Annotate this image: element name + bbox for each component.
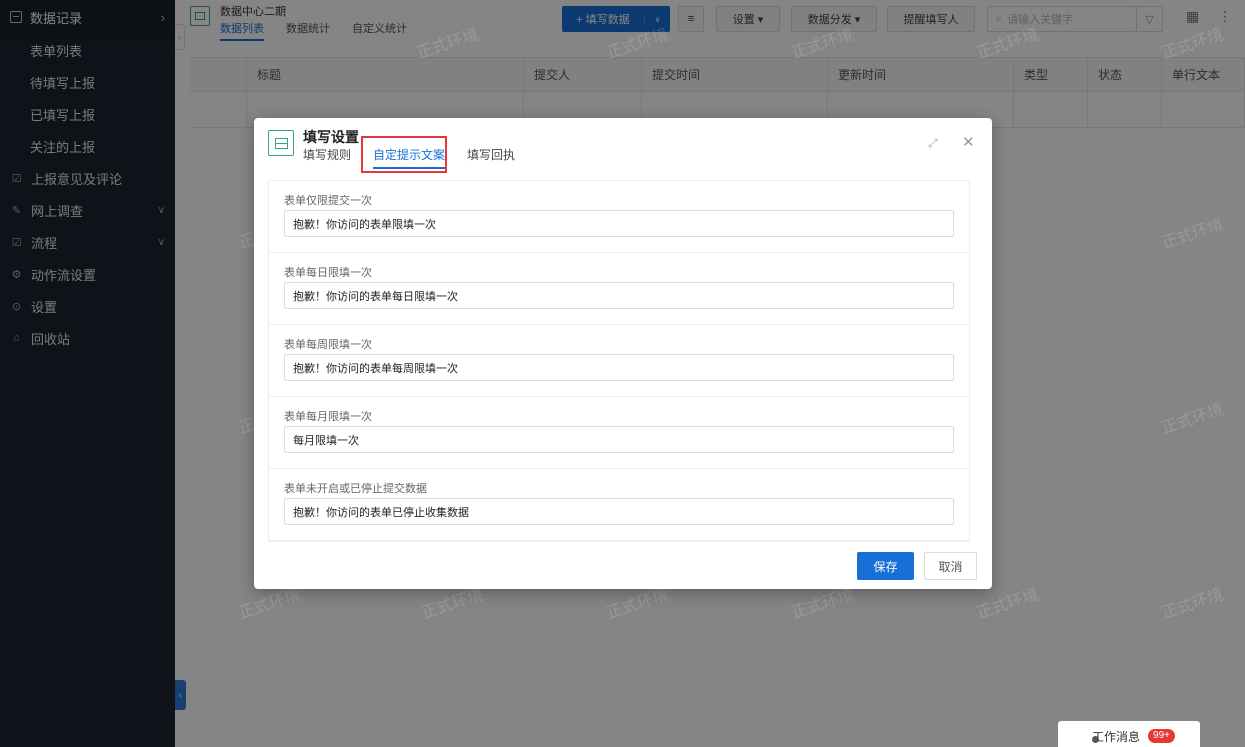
watermark: 正式环境 <box>974 26 1041 63</box>
prompt-text-panel: 表单仅限提交一次 抱歉！你访问的表单限填一次 表单每日限填一次 抱歉！你访问的表… <box>268 180 970 542</box>
prompt-text-input[interactable]: 抱歉！你访问的表单已停止收集数据 <box>284 498 954 525</box>
prompt-section-monthly: 表单每月限填一次 每月限填一次 <box>269 397 969 469</box>
close-icon[interactable]: ✕ <box>962 133 975 151</box>
prompt-section-weekly: 表单每周限填一次 抱歉！你访问的表单每周限填一次 <box>269 325 969 397</box>
work-messages-label: 工作消息 <box>1092 729 1141 744</box>
prompt-text-input[interactable]: 抱歉！你访问的表单每周限填一次 <box>284 354 954 381</box>
form-table-icon <box>268 130 294 156</box>
watermark: 正式环境 <box>1159 586 1226 623</box>
tab-fill-rules[interactable]: 填写规则 <box>303 146 351 169</box>
expand-icon[interactable]: ⤢ <box>928 136 938 151</box>
section-label: 表单每月限填一次 <box>284 411 372 423</box>
watermark: 正式环境 <box>414 26 481 63</box>
section-label: 表单每周限填一次 <box>284 339 372 351</box>
save-button[interactable]: 保存 <box>857 552 914 580</box>
watermark: 正式环境 <box>1159 401 1226 438</box>
fill-settings-dialog: 填写设置 填写规则 自定提示文案 填写回执 ⤢ ✕ 表单仅限提交一次 抱歉！你访… <box>254 118 992 589</box>
prompt-text-input[interactable]: 抱歉！你访问的表单每日限填一次 <box>284 282 954 309</box>
prompt-section-stopped: 表单未开启或已停止提交数据 抱歉！你访问的表单已停止收集数据 <box>269 469 969 541</box>
section-label: 表单每日限填一次 <box>284 267 372 279</box>
watermark: 正式环境 <box>604 26 671 63</box>
status-dot-icon <box>1092 736 1099 743</box>
work-messages-bar[interactable]: 工作消息 99+ <box>1058 721 1200 747</box>
dialog-title: 填写设置 <box>303 129 359 145</box>
watermark: 正式环境 <box>1159 26 1226 63</box>
message-count-badge: 99+ <box>1148 729 1175 743</box>
section-label: 表单未开启或已停止提交数据 <box>284 483 427 495</box>
prompt-section-once: 表单仅限提交一次 抱歉！你访问的表单限填一次 <box>269 181 969 253</box>
watermark: 正式环境 <box>789 26 856 63</box>
tab-fill-receipt[interactable]: 填写回执 <box>467 146 515 169</box>
prompt-text-input[interactable]: 每月限填一次 <box>284 426 954 453</box>
prompt-text-input[interactable]: 抱歉！你访问的表单限填一次 <box>284 210 954 237</box>
watermark: 正式环境 <box>1159 216 1226 253</box>
section-label: 表单仅限提交一次 <box>284 195 372 207</box>
prompt-section-daily: 表单每日限填一次 抱歉！你访问的表单每日限填一次 <box>269 253 969 325</box>
cancel-button[interactable]: 取消 <box>924 552 977 580</box>
highlight-annotation-box <box>361 136 447 173</box>
